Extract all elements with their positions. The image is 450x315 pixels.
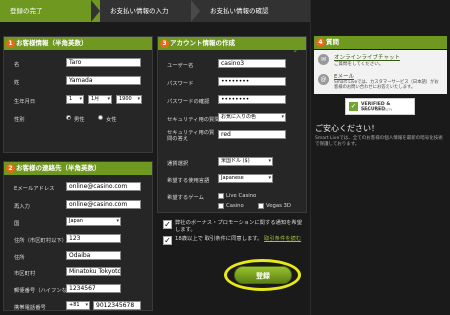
gender-female-label: 女性 [106, 117, 117, 123]
last-name-input[interactable]: Yamada [66, 76, 141, 85]
security-answer-input[interactable]: red [218, 130, 286, 139]
country-label: 国 [14, 221, 20, 227]
step-number-badge: 2 [6, 164, 15, 173]
secure-title: ご安心ください！ [315, 124, 379, 133]
game-live-casino-label: Live Casino [226, 193, 257, 199]
verified-sub: VERIFY SECURITY [361, 108, 393, 112]
contact-panel: 2 お客様の連絡先（半角英数） Eメールアドレス online@casino.co… [3, 161, 153, 311]
live-chat-link[interactable]: オンラインライブチャット [334, 53, 400, 61]
email-confirm-input[interactable]: online@casino.com [66, 200, 141, 209]
dob-year-select[interactable]: 1900 [116, 95, 142, 104]
phone-label: 携帯電話番号 [14, 305, 46, 311]
chat-icon: ✉ [318, 54, 329, 65]
password-input[interactable]: •••••••• [218, 77, 286, 86]
email-input[interactable]: online@casino.com [66, 182, 141, 191]
last-name-label: 姓 [14, 80, 20, 86]
email-label: Eメールアドレス [14, 186, 55, 192]
address2-label: 住所 [14, 255, 25, 261]
username-input[interactable]: casino3 [218, 59, 286, 68]
security-question-select[interactable]: お気に入りの色 [218, 113, 286, 122]
dob-label: 生年月日 [14, 99, 36, 105]
promo-checkbox[interactable]: ✓ [163, 220, 172, 229]
help-header: 4 質問 [314, 36, 447, 49]
game-casino-label: Casino [226, 203, 244, 209]
security-answer-label: セキュリティ用の質問の答え [167, 130, 215, 142]
step-payment-input: お支払い情報の入力 [100, 0, 200, 22]
help-sidebar: 4 質問 ✉ オンラインライブチャット ご質問をしてください。 @ Eメール Sm… [310, 0, 450, 315]
game-vegas3d-label: Vegas 3D [266, 203, 291, 209]
language-label: 希望する使用言語 [167, 178, 210, 184]
account-panel: 3 アカウント情報の作成 ユーザー名 casino3 パスワード ••••••••… [157, 36, 307, 213]
step-number-badge: 1 [6, 39, 15, 48]
step-number-badge: 4 [316, 38, 325, 47]
email-sub: Smart Liveでは、カスタマーサービス（日本語）がお客様のお問い合わせにお… [334, 80, 439, 90]
username-label: ユーザー名 [167, 63, 194, 69]
phone-input[interactable]: 9012345678 [93, 301, 141, 310]
step-number-badge: 3 [160, 39, 169, 48]
gender-male-label: 男性 [74, 117, 85, 123]
email-icon: @ [318, 74, 329, 85]
help-box: ✉ オンラインライブチャット ご質問をしてください。 @ Eメール Smart … [314, 50, 447, 94]
valid-check-icon: ✓ [293, 46, 300, 55]
currency-select[interactable]: 米国ドル ($) [218, 157, 273, 166]
games-label: 希望するゲーム [167, 195, 204, 201]
address2-input[interactable]: Odaiba [66, 251, 121, 260]
personal-info-header: 1 お客様情報（半角英数） [4, 37, 152, 50]
first-name-input[interactable]: Taro [66, 58, 141, 67]
dob-day-select[interactable]: 1 [66, 95, 84, 104]
dob-month-select[interactable]: 1月 [88, 95, 112, 104]
verified-check-icon: ✓ [349, 102, 358, 111]
promo-label: 弊社のボーナス・プロモーションに関する通知を希望します。 [175, 220, 303, 233]
city-label: 市区町村 [14, 271, 36, 277]
gender-female-radio[interactable] [98, 115, 103, 120]
contact-header: 2 お客様の連絡先（半角英数） [4, 162, 152, 175]
email-link[interactable]: Eメール [334, 72, 354, 80]
security-question-label: セキュリティ用の質問 [167, 117, 220, 123]
city-input[interactable]: Minatoku Tokyoto [66, 267, 121, 276]
currency-label: 通貨選択 [167, 161, 189, 167]
terms-link[interactable]: 取引条件を読む [264, 236, 301, 242]
terms-checkbox[interactable]: ✓ [163, 236, 172, 245]
password-label: パスワード [167, 81, 194, 87]
game-vegas3d-checkbox[interactable] [258, 203, 264, 209]
game-live-casino-checkbox[interactable] [218, 193, 224, 199]
gender-male-radio[interactable] [66, 115, 71, 120]
account-header: 3 アカウント情報の作成 [158, 37, 306, 50]
step-complete: 登録の完了 [0, 0, 100, 22]
password-confirm-label: パスワードの確認 [167, 99, 210, 105]
verified-badge[interactable]: ✓ VERIFIED & SECURED VERIFY SECURITY [345, 98, 415, 115]
secure-text: Smart Liveでは、全てのお客様の個人情報を最新の暗号化技術で保護しており… [315, 136, 443, 147]
gender-label: 性別 [14, 117, 25, 123]
step-payment-confirm: お支払い情報の確認 [200, 0, 310, 22]
first-name-label: 名 [14, 62, 20, 68]
country-select[interactable]: Japan [66, 217, 121, 226]
progress-steps: 登録の完了 お支払い情報の入力 お支払い情報の確認 [0, 0, 310, 22]
password-confirm-input[interactable]: •••••••• [218, 95, 286, 104]
game-casino-checkbox[interactable] [218, 203, 224, 209]
terms-label: 18歳以上で 取引条件に同意します。 取引条件を読む [175, 236, 305, 243]
postcode-input[interactable]: 1234567 [66, 284, 121, 293]
highlight-ring [224, 259, 301, 291]
registration-page: { "steps": ["登録の完了", "お支払い情報の入力", "お支払い情… [0, 0, 450, 315]
address1-input[interactable]: 123 [66, 234, 121, 243]
language-select[interactable]: Japanese [218, 174, 273, 183]
terms-text: 18歳以上で 取引条件に同意します。 [175, 236, 263, 242]
personal-info-panel: 1お客様情報（半角英数） 名 Taro 姓 Yamada 生年月日 1 1月 1… [3, 36, 153, 153]
phone-code-select[interactable]: +81 [66, 301, 90, 310]
live-chat-sub: ご質問をしてください。 [334, 62, 384, 67]
address1-label: 住所（市区町村以下） [14, 238, 67, 244]
email-confirm-label: 再入力 [14, 204, 30, 210]
